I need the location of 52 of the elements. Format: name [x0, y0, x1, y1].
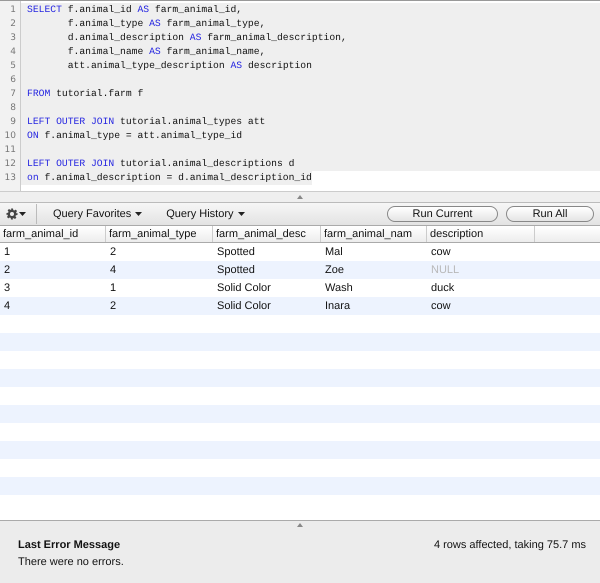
table-cell-text: Solid Color [216, 299, 272, 314]
line-number: 2 [9, 18, 17, 31]
table-cell-text: Inara [324, 299, 352, 314]
line-number: 9 [9, 116, 17, 129]
column-header[interactable]: farm_animal_type [106, 226, 213, 242]
table-cell-text: 4 [3, 299, 12, 314]
resize-handle-icon[interactable] [297, 195, 303, 199]
run-button[interactable]: Run All [506, 206, 594, 222]
table-cell-text: duck [430, 281, 456, 296]
line-number: 1 [9, 4, 17, 17]
table-cell-text: 2 [3, 263, 12, 278]
line-number: 6 [9, 74, 17, 87]
caret-icon [19, 212, 26, 216]
table-cell-text: 3 [3, 281, 12, 296]
settings-button[interactable] [6, 204, 37, 224]
gear-icon [6, 208, 18, 220]
table-cell-text: Solid Color [216, 281, 272, 296]
menu-button[interactable]: Query History [158, 204, 252, 224]
line-number: 13 [4, 172, 17, 185]
line-number: 3 [9, 32, 17, 45]
table-cell-text: NULL [430, 263, 460, 278]
table-cell-text: cow [430, 299, 452, 314]
table-cell-text: 1 [3, 245, 12, 260]
table-cell-text: 2 [109, 299, 118, 314]
caret-icon [135, 212, 142, 216]
line-number: 11 [4, 144, 17, 157]
line-number: 5 [9, 60, 17, 73]
table-cell-text: 4 [109, 263, 118, 278]
run-button[interactable]: Run Current [387, 206, 498, 222]
column-header[interactable]: farm_animal_nam [321, 226, 427, 242]
table-cell-text: Mal [324, 245, 344, 260]
column-header[interactable]: description [427, 226, 535, 242]
menu-button[interactable]: Query Favorites [45, 204, 150, 224]
line-number: 8 [9, 102, 17, 115]
line-number: 7 [9, 88, 17, 101]
column-header[interactable]: farm_animal_desc [213, 226, 321, 242]
table-cell-text: Spotted [216, 263, 256, 278]
table-cell-text: Wash [324, 281, 354, 296]
line-number: 4 [9, 46, 17, 59]
status-title: Last Error Message [18, 538, 122, 553]
table-cell-text: Spotted [216, 245, 256, 260]
table-cell-text: 2 [109, 245, 118, 260]
table-cell-text: Zoe [324, 263, 345, 278]
resize-handle-icon[interactable] [297, 523, 303, 527]
line-number: 12 [4, 158, 17, 171]
status-message: There were no errors. [18, 555, 124, 570]
status-summary: 4 rows affected, taking 75.7 ms [434, 538, 586, 553]
table-cell-text: cow [430, 245, 452, 260]
caret-icon [238, 212, 244, 216]
table-cell-text: 1 [109, 281, 118, 296]
line-number: 10 [4, 130, 17, 143]
column-header[interactable]: farm_animal_id [0, 226, 106, 242]
